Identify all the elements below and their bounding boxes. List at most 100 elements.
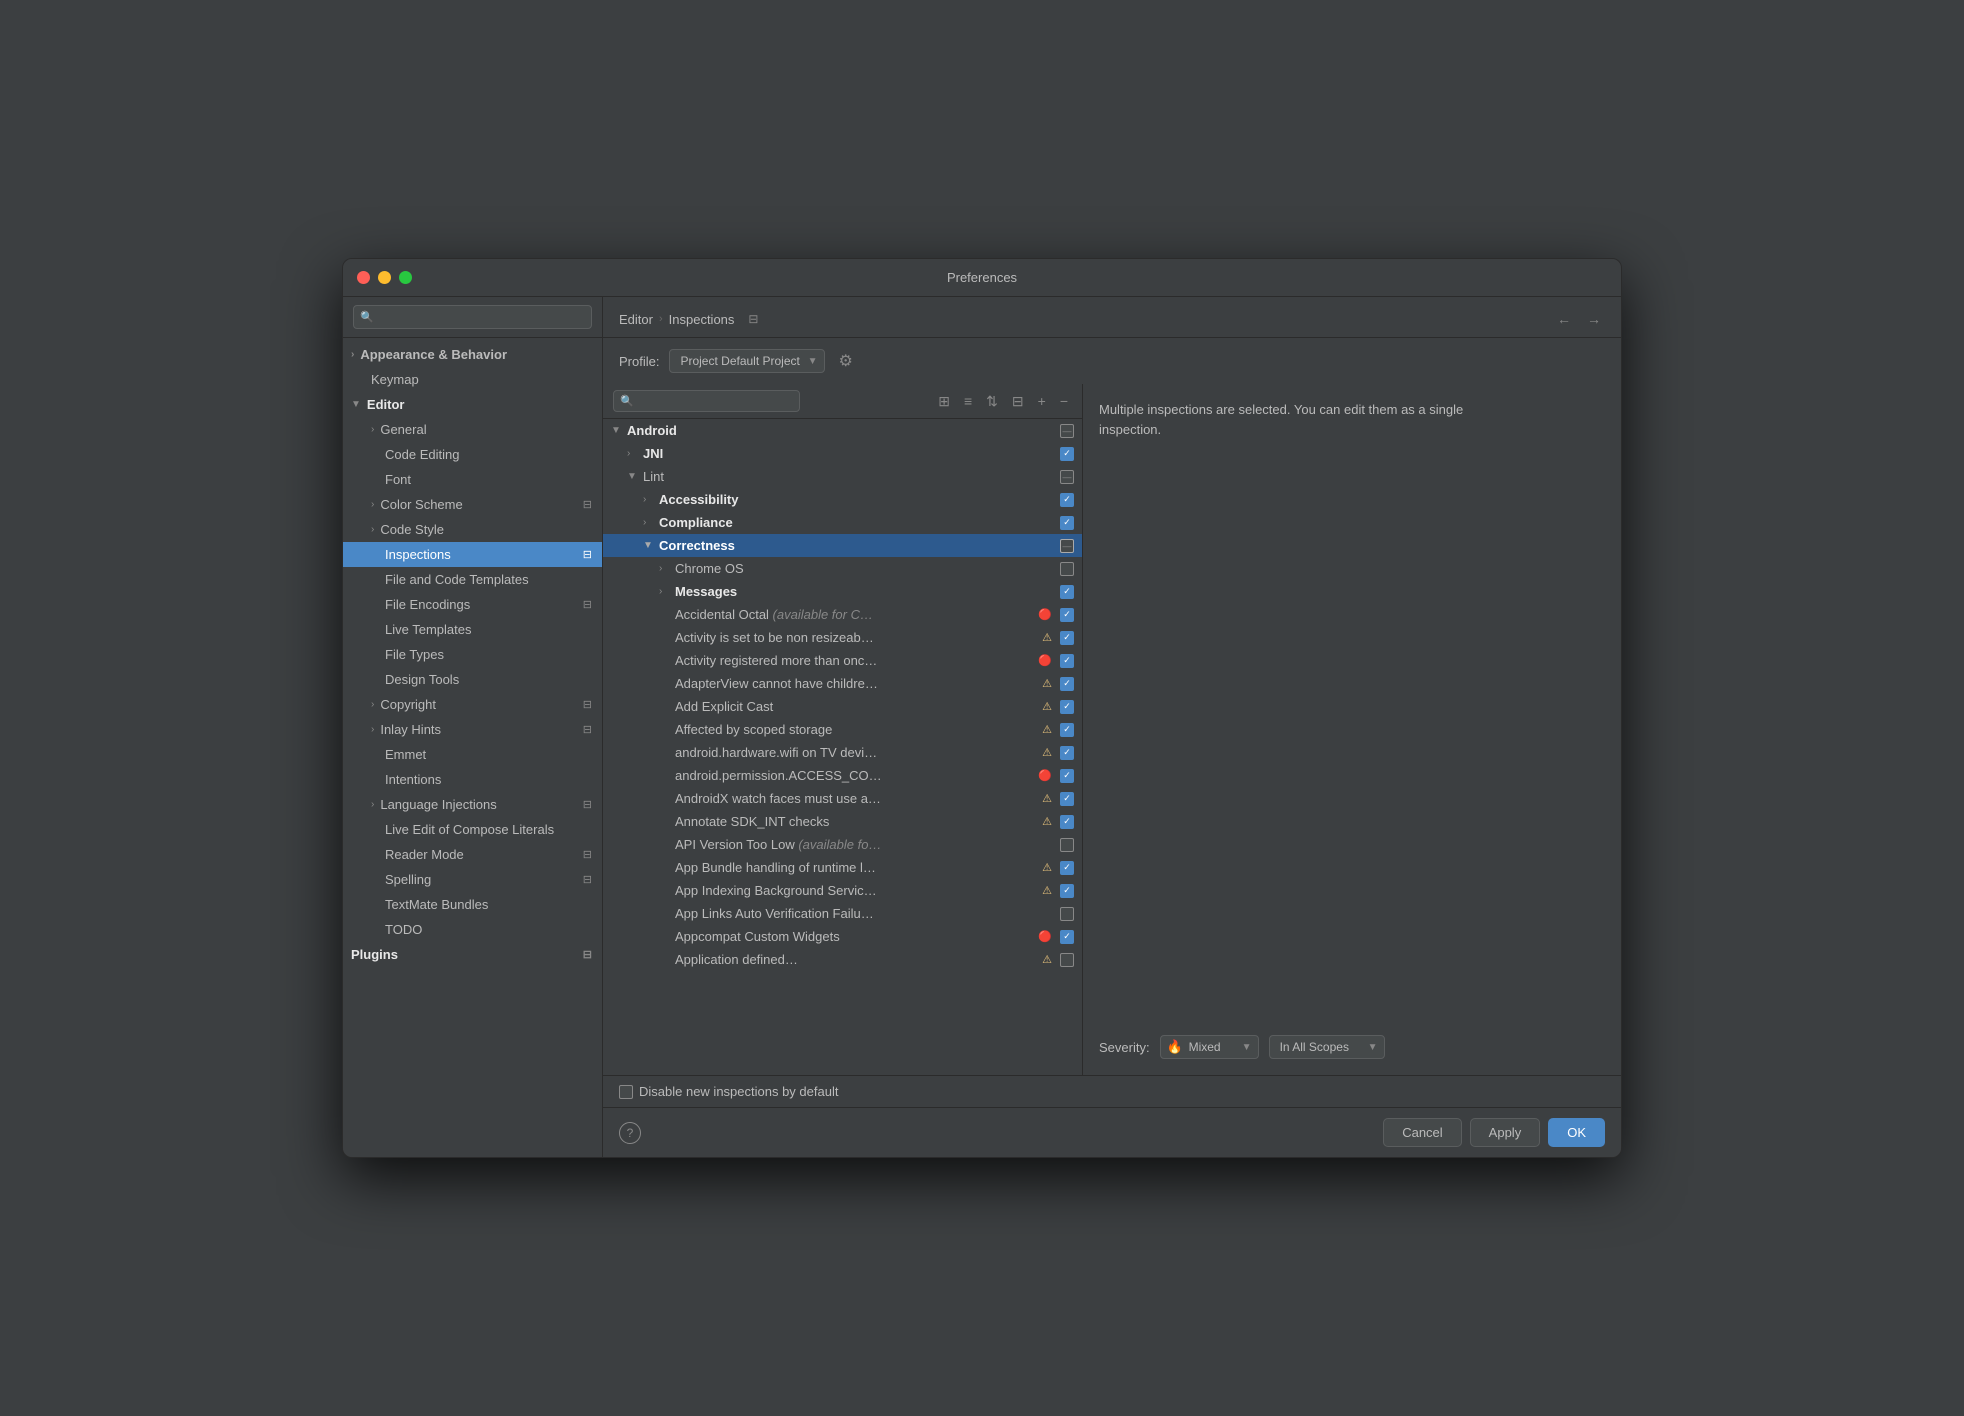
- tree-row-jni[interactable]: › JNI ✓: [603, 442, 1082, 465]
- tree-row-lint[interactable]: ▼ Lint: [603, 465, 1082, 488]
- profile-select[interactable]: Project Default Project Default: [669, 349, 825, 373]
- compliance-checkbox[interactable]: ✓: [1060, 516, 1074, 530]
- scope-select[interactable]: In All Scopes In Project Files Everywher…: [1269, 1035, 1385, 1059]
- tree-row-permission[interactable]: android.permission.ACCESS_CO… 🔴 ✓: [603, 764, 1082, 787]
- messages-checkbox[interactable]: ✓: [1060, 585, 1074, 599]
- sidebar-item-inlay-hints[interactable]: › Inlay Hints ⊟: [343, 717, 602, 742]
- app-bundle-checkbox[interactable]: ✓: [1060, 861, 1074, 875]
- tree-row-accidental-octal[interactable]: Accidental Octal (available for C… 🔴 ✓: [603, 603, 1082, 626]
- tree-item-label: Accidental Octal (available for C…: [675, 607, 1034, 622]
- tree-row-accessibility[interactable]: › Accessibility ✓: [603, 488, 1082, 511]
- sidebar-item-font[interactable]: Font: [343, 467, 602, 492]
- disable-checkbox-label[interactable]: Disable new inspections by default: [619, 1084, 838, 1099]
- forward-button[interactable]: →: [1583, 309, 1605, 329]
- filter-button[interactable]: ⊞: [934, 391, 954, 412]
- appcompat-checkbox[interactable]: ✓: [1060, 930, 1074, 944]
- sidebar-item-color-scheme[interactable]: › Color Scheme ⊟: [343, 492, 602, 517]
- minimize-button[interactable]: [378, 271, 391, 284]
- add-button[interactable]: +: [1034, 391, 1050, 411]
- sidebar-item-code-editing[interactable]: Code Editing: [343, 442, 602, 467]
- tree-row-messages[interactable]: › Messages ✓: [603, 580, 1082, 603]
- android-checkbox[interactable]: [1060, 424, 1074, 438]
- available-text: (available for C…: [773, 607, 873, 622]
- expand-all-button[interactable]: ≡: [960, 391, 976, 411]
- tree-row-application-defined[interactable]: Application defined… ⚠: [603, 948, 1082, 971]
- tree-row-hardware-wifi[interactable]: android.hardware.wifi on TV devi… ⚠ ✓: [603, 741, 1082, 764]
- activity-reg-checkbox[interactable]: ✓: [1060, 654, 1074, 668]
- cancel-button[interactable]: Cancel: [1383, 1118, 1461, 1147]
- tree-row-app-links[interactable]: App Links Auto Verification Failu…: [603, 902, 1082, 925]
- remove-button[interactable]: −: [1056, 391, 1072, 411]
- accessibility-checkbox[interactable]: ✓: [1060, 493, 1074, 507]
- explicit-cast-checkbox[interactable]: ✓: [1060, 700, 1074, 714]
- sidebar-item-appearance[interactable]: › Appearance & Behavior: [343, 342, 602, 367]
- application-defined-checkbox[interactable]: [1060, 953, 1074, 967]
- app-indexing-checkbox[interactable]: ✓: [1060, 884, 1074, 898]
- sidebar-item-intentions[interactable]: Intentions: [343, 767, 602, 792]
- sidebar-item-file-encodings[interactable]: File Encodings ⊟: [343, 592, 602, 617]
- sidebar-item-plugins[interactable]: Plugins ⊟: [343, 942, 602, 967]
- close-button[interactable]: [357, 271, 370, 284]
- filter-search-input[interactable]: [613, 390, 800, 412]
- sidebar-item-keymap[interactable]: Keymap: [343, 367, 602, 392]
- help-button[interactable]: ?: [619, 1122, 641, 1144]
- sidebar-item-file-types[interactable]: File Types: [343, 642, 602, 667]
- gear-button[interactable]: ⚙: [835, 348, 855, 374]
- tree-row-activity-non-resize[interactable]: Activity is set to be non resizeab… ⚠ ✓: [603, 626, 1082, 649]
- sidebar-item-spelling[interactable]: Spelling ⊟: [343, 867, 602, 892]
- sidebar-item-inspections[interactable]: Inspections ⊟: [343, 542, 602, 567]
- sidebar-item-file-code-templates[interactable]: File and Code Templates: [343, 567, 602, 592]
- severity-select-wrap: 🔥 Mixed Error Warning Info ▼: [1160, 1035, 1259, 1059]
- sidebar-item-general[interactable]: › General: [343, 417, 602, 442]
- sidebar-item-reader-mode[interactable]: Reader Mode ⊟: [343, 842, 602, 867]
- tree-row-app-indexing[interactable]: App Indexing Background Servic… ⚠ ✓: [603, 879, 1082, 902]
- sidebar-item-live-templates[interactable]: Live Templates: [343, 617, 602, 642]
- tree-row-activity-registered[interactable]: Activity registered more than onc… 🔴 ✓: [603, 649, 1082, 672]
- sidebar-item-language-injections[interactable]: › Language Injections ⊟: [343, 792, 602, 817]
- tree-row-scoped-storage[interactable]: Affected by scoped storage ⚠ ✓: [603, 718, 1082, 741]
- hardware-wifi-checkbox[interactable]: ✓: [1060, 746, 1074, 760]
- lint-checkbox[interactable]: [1060, 470, 1074, 484]
- tree-row-add-explicit-cast[interactable]: Add Explicit Cast ⚠ ✓: [603, 695, 1082, 718]
- sidebar-item-editor[interactable]: ▼ Editor: [343, 392, 602, 417]
- tree-row-chrome-os[interactable]: › Chrome OS: [603, 557, 1082, 580]
- sidebar-item-design-tools[interactable]: Design Tools: [343, 667, 602, 692]
- androidx-watch-checkbox[interactable]: ✓: [1060, 792, 1074, 806]
- chrome-os-checkbox[interactable]: [1060, 562, 1074, 576]
- tree-row-annotate-sdk[interactable]: Annotate SDK_INT checks ⚠ ✓: [603, 810, 1082, 833]
- toggle-button[interactable]: ⊟: [1008, 391, 1028, 412]
- accidental-octal-checkbox[interactable]: ✓: [1060, 608, 1074, 622]
- collapse-all-button[interactable]: ⇅: [982, 391, 1002, 412]
- activity-checkbox[interactable]: ✓: [1060, 631, 1074, 645]
- app-links-checkbox[interactable]: [1060, 907, 1074, 921]
- back-button[interactable]: ←: [1553, 309, 1575, 329]
- tree-row-app-bundle[interactable]: App Bundle handling of runtime l… ⚠ ✓: [603, 856, 1082, 879]
- sidebar-item-code-style[interactable]: › Code Style: [343, 517, 602, 542]
- sidebar-search-input[interactable]: [353, 305, 592, 329]
- breadcrumb: Editor › Inspections ⊟: [619, 312, 758, 327]
- tree-row-appcompat[interactable]: Appcompat Custom Widgets 🔴 ✓: [603, 925, 1082, 948]
- sidebar-item-todo[interactable]: TODO: [343, 917, 602, 942]
- sidebar-item-copyright[interactable]: › Copyright ⊟: [343, 692, 602, 717]
- sidebar-item-emmet[interactable]: Emmet: [343, 742, 602, 767]
- annotate-sdk-checkbox[interactable]: ✓: [1060, 815, 1074, 829]
- apply-button[interactable]: Apply: [1470, 1118, 1541, 1147]
- adapterview-checkbox[interactable]: ✓: [1060, 677, 1074, 691]
- api-version-checkbox[interactable]: [1060, 838, 1074, 852]
- sidebar-item-textmate-bundles[interactable]: TextMate Bundles: [343, 892, 602, 917]
- tree-row-compliance[interactable]: › Compliance ✓: [603, 511, 1082, 534]
- disable-new-inspections-checkbox[interactable]: [619, 1085, 633, 1099]
- sidebar-item-live-edit-compose[interactable]: Live Edit of Compose Literals: [343, 817, 602, 842]
- tree-row-android[interactable]: ▼ Android: [603, 419, 1082, 442]
- jni-checkbox[interactable]: ✓: [1060, 447, 1074, 461]
- ok-button[interactable]: OK: [1548, 1118, 1605, 1147]
- tree-row-adapterview[interactable]: AdapterView cannot have childre… ⚠ ✓: [603, 672, 1082, 695]
- tree-row-correctness[interactable]: ▼ Correctness: [603, 534, 1082, 557]
- chevron-right-icon: ›: [371, 424, 374, 435]
- correctness-checkbox[interactable]: [1060, 539, 1074, 553]
- tree-row-androidx-watch[interactable]: AndroidX watch faces must use a… ⚠ ✓: [603, 787, 1082, 810]
- scoped-storage-checkbox[interactable]: ✓: [1060, 723, 1074, 737]
- permission-checkbox[interactable]: ✓: [1060, 769, 1074, 783]
- maximize-button[interactable]: [399, 271, 412, 284]
- tree-row-api-version[interactable]: API Version Too Low (available fo…: [603, 833, 1082, 856]
